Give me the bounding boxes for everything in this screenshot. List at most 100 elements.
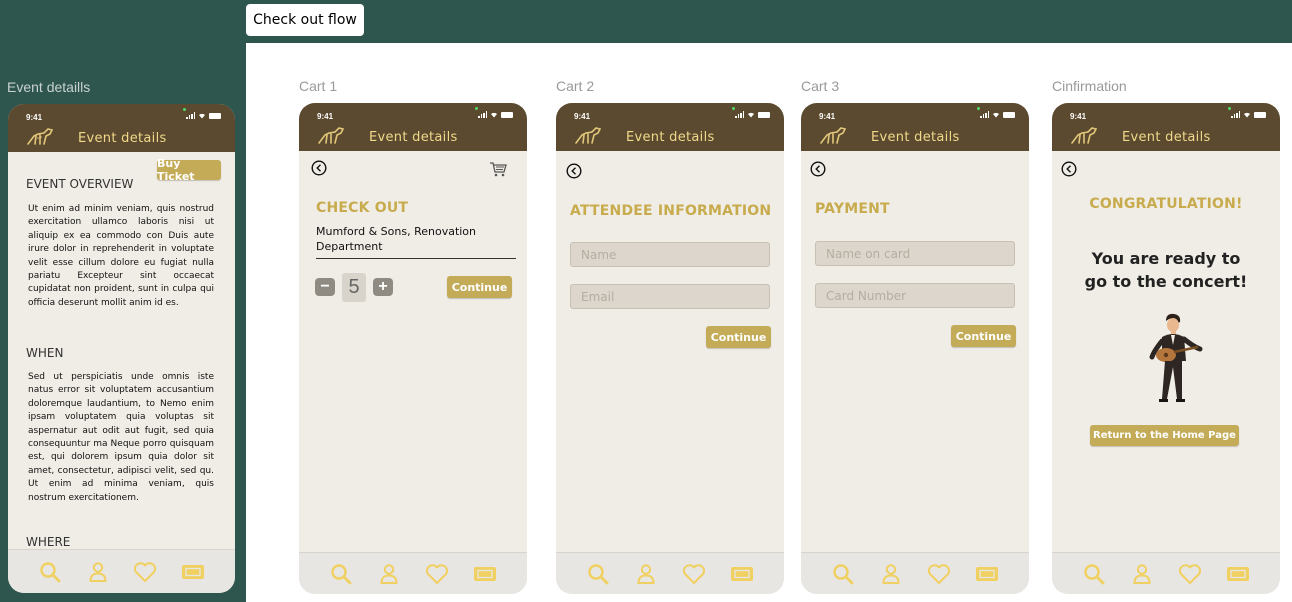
bottom-nav	[8, 549, 235, 593]
app-title: Event details	[626, 130, 715, 145]
ticket-icon[interactable]	[975, 562, 999, 586]
guitarist-illustration	[1149, 313, 1203, 402]
cart-icon[interactable]	[489, 161, 507, 177]
wifi-icon	[993, 112, 999, 118]
ticket-icon[interactable]	[181, 560, 205, 584]
profile-icon[interactable]	[1130, 562, 1154, 586]
overview-text: Ut enim ad minim veniam, quis nostrud ex…	[28, 204, 214, 308]
attendee-heading: ATTENDEE INFORMATION	[570, 203, 772, 219]
search-icon[interactable]	[329, 562, 353, 586]
quantity-value[interactable]: 5	[342, 273, 366, 302]
return-home-button[interactable]: Return to the Home Page	[1090, 425, 1239, 446]
confirmation-screen: 9:41 Event details CONGRATULATION! You a…	[1052, 103, 1280, 594]
cart3-screen: 9:41 Event details PAYMENT Name on card …	[801, 103, 1029, 594]
ready-message-line2: go to the concert!	[1084, 272, 1248, 291]
checkout-heading: CHECK OUT	[316, 200, 409, 216]
status-icons	[478, 111, 513, 118]
cart2-screen: 9:41 Event details ATTENDEE INFORMATION …	[556, 103, 784, 594]
item-name: Mumford & Sons, Renovation Department	[316, 225, 477, 253]
heart-icon[interactable]	[927, 562, 951, 586]
leopard-logo-icon	[1071, 127, 1098, 144]
confirmation-frame-label: Cinfirmation	[1052, 78, 1127, 94]
status-time: 9:41	[1070, 112, 1087, 121]
ready-message: You are ready to go to the concert!	[1052, 247, 1280, 293]
checkout-flow-tab[interactable]: Check out flow	[246, 4, 364, 36]
leopard-logo-icon	[318, 127, 345, 144]
heart-icon[interactable]	[682, 562, 706, 586]
continue-button[interactable]: Continue	[951, 325, 1016, 347]
bottom-nav	[801, 552, 1029, 594]
profile-icon[interactable]	[634, 562, 658, 586]
status-icons	[980, 111, 1015, 118]
battery-icon	[209, 112, 221, 119]
increase-button[interactable]: +	[373, 278, 393, 296]
search-icon[interactable]	[831, 562, 855, 586]
app-header: 9:41 Event details	[8, 104, 235, 152]
divider	[316, 258, 516, 259]
app-title: Event details	[78, 131, 167, 146]
back-arrow-icon[interactable]	[1061, 161, 1077, 177]
profile-icon[interactable]	[879, 562, 903, 586]
heart-icon[interactable]	[1178, 562, 1202, 586]
status-icons	[735, 111, 770, 118]
ticket-icon[interactable]	[730, 562, 754, 586]
profile-icon[interactable]	[377, 562, 401, 586]
status-time: 9:41	[317, 112, 334, 121]
continue-button[interactable]: Continue	[706, 326, 771, 348]
when-text: Sed ut perspiciatis unde omnis iste natu…	[28, 372, 214, 503]
back-arrow-icon[interactable]	[810, 161, 826, 177]
bottom-nav	[299, 552, 527, 594]
bottom-nav	[556, 552, 784, 594]
status-time: 9:41	[819, 112, 836, 121]
search-icon[interactable]	[38, 560, 62, 584]
ready-message-line1: You are ready to	[1091, 249, 1241, 268]
app-title: Event details	[1122, 130, 1211, 145]
card-name-field[interactable]: Name on card	[815, 241, 1015, 266]
cart1-screen: 9:41 Event details CHECK OUT Mumford & S…	[299, 103, 527, 594]
back-arrow-icon[interactable]	[566, 163, 582, 179]
congratulation-heading: CONGRATULATION!	[1089, 196, 1243, 212]
heart-icon[interactable]	[133, 560, 157, 584]
status-time: 9:41	[574, 112, 591, 121]
bottom-nav	[1052, 552, 1280, 594]
event-frame-label: Event detaills	[7, 79, 91, 95]
app-header: 9:41 Event details	[801, 103, 1029, 151]
continue-button[interactable]: Continue	[447, 276, 512, 298]
overview-heading: EVENT OVERVIEW	[26, 177, 134, 191]
leopard-logo-icon	[27, 128, 54, 145]
search-icon[interactable]	[1082, 562, 1106, 586]
email-field[interactable]: Email	[570, 284, 770, 309]
status-icons	[1231, 111, 1266, 118]
app-title: Event details	[871, 130, 960, 145]
heart-icon[interactable]	[425, 562, 449, 586]
wifi-icon	[1244, 112, 1250, 118]
payment-heading: PAYMENT	[815, 201, 890, 217]
status-time: 9:41	[26, 113, 43, 122]
wifi-icon	[491, 112, 497, 118]
profile-icon[interactable]	[86, 560, 110, 584]
battery-icon	[501, 111, 513, 118]
wifi-icon	[748, 112, 754, 118]
back-arrow-icon[interactable]	[311, 160, 327, 176]
wifi-icon	[199, 113, 205, 119]
ticket-icon[interactable]	[473, 562, 497, 586]
decrease-button[interactable]: −	[315, 278, 335, 296]
battery-icon	[758, 111, 770, 118]
app-header: 9:41 Event details	[1052, 103, 1280, 151]
leopard-logo-icon	[820, 127, 847, 144]
cart2-frame-label: Cart 2	[556, 78, 595, 94]
cart3-frame-label: Cart 3	[801, 78, 840, 94]
status-icons	[186, 112, 221, 119]
card-number-field[interactable]: Card Number	[815, 283, 1015, 308]
event-details-screen: 9:41 Event details Buy Ticket EVENT OVER…	[8, 104, 235, 593]
name-field[interactable]: Name	[570, 242, 770, 267]
cart1-frame-label: Cart 1	[299, 78, 338, 94]
when-heading: WHEN	[26, 346, 64, 360]
leopard-logo-icon	[575, 127, 602, 144]
buy-ticket-button[interactable]: Buy Ticket	[157, 157, 221, 183]
search-icon[interactable]	[586, 562, 610, 586]
app-title: Event details	[369, 130, 458, 145]
battery-icon	[1254, 111, 1266, 118]
ticket-icon[interactable]	[1226, 562, 1250, 586]
app-header: 9:41 Event details	[299, 103, 527, 151]
